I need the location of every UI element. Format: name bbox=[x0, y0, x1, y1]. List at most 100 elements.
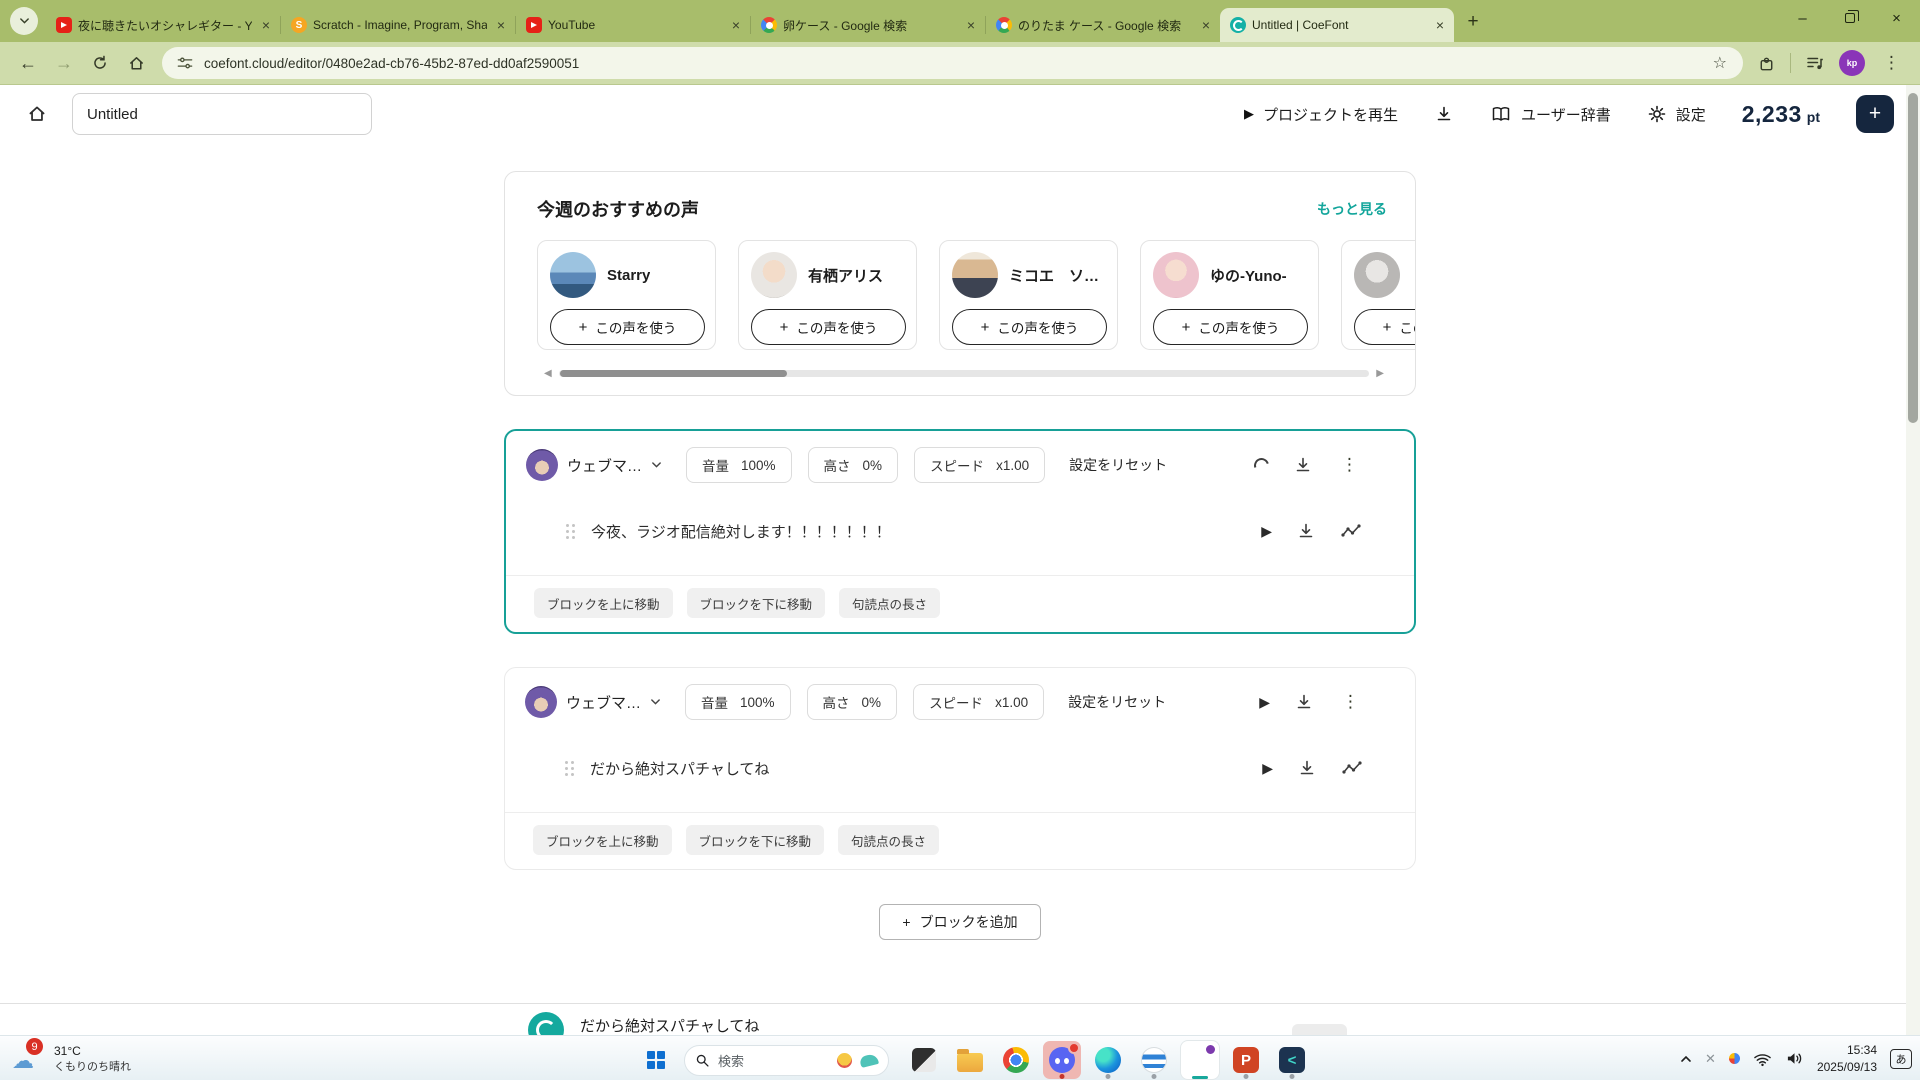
tray-x-icon[interactable]: ✕ bbox=[1705, 1051, 1716, 1067]
tab-search-button[interactable] bbox=[10, 7, 38, 35]
carousel-left-icon[interactable]: ◀ bbox=[537, 368, 559, 379]
move-block-down-button[interactable]: ブロックを下に移動 bbox=[686, 825, 825, 855]
pitch-chip[interactable]: 高さ 0% bbox=[807, 684, 898, 720]
browser-tab-active[interactable]: Untitled | CoeFont × bbox=[1220, 8, 1454, 42]
window-minimize-button[interactable]: – bbox=[1779, 0, 1826, 36]
browser-tab[interactable]: 卵ケース - Google 検索 × bbox=[751, 8, 985, 42]
play-icon[interactable]: ▶ bbox=[1262, 760, 1273, 777]
clock-widget[interactable]: 15:34 2025/09/13 bbox=[1817, 1042, 1877, 1074]
play-project-button[interactable]: ▶ プロジェクトを再生 bbox=[1244, 104, 1398, 125]
speech-text[interactable]: だから絶対スパチャしてね bbox=[590, 758, 1262, 779]
page-scrollbar-thumb[interactable] bbox=[1908, 93, 1918, 423]
home-button[interactable] bbox=[120, 47, 152, 79]
move-block-down-button[interactable]: ブロックを下に移動 bbox=[687, 588, 826, 618]
play-icon[interactable]: ▶ bbox=[1261, 523, 1272, 540]
drag-handle-icon[interactable] bbox=[565, 761, 574, 776]
download-project-button[interactable] bbox=[1434, 104, 1454, 124]
wifi-icon[interactable] bbox=[1753, 1051, 1772, 1067]
use-voice-button[interactable]: + この声を使う bbox=[1153, 309, 1308, 345]
page-scrollbar[interactable] bbox=[1906, 85, 1920, 1035]
speech-text[interactable]: 今夜、ラジオ配信絶対します！！！！！！！ bbox=[591, 521, 1261, 542]
taskbar-weather-widget[interactable]: ☁ 9 31°C くもりのち晴れ bbox=[10, 1038, 131, 1078]
speaker-icon[interactable] bbox=[1785, 1050, 1804, 1067]
forward-button[interactable]: → bbox=[48, 47, 80, 79]
media-playlist-icon[interactable] bbox=[1805, 54, 1825, 72]
app-home-button[interactable] bbox=[26, 103, 48, 125]
address-bar[interactable]: coefont.cloud/editor/0480e2ad-cb76-45b2-… bbox=[162, 47, 1743, 79]
download-icon[interactable] bbox=[1297, 758, 1317, 778]
tab-close-icon[interactable]: × bbox=[258, 18, 274, 32]
chrome-active-button[interactable] bbox=[1181, 1041, 1219, 1079]
user-dictionary-button[interactable]: ユーザー辞書 bbox=[1490, 104, 1611, 125]
speech-block[interactable]: ウェブマ… 音量 100% 高さ 0% スピード x1.00 設定をリセット bbox=[504, 667, 1416, 870]
intonation-icon[interactable] bbox=[1340, 522, 1362, 540]
coefont-app-button[interactable] bbox=[1273, 1041, 1311, 1079]
ime-indicator-icon[interactable]: あ bbox=[1890, 1049, 1912, 1069]
intonation-icon[interactable] bbox=[1341, 759, 1363, 777]
task-view-button[interactable] bbox=[905, 1041, 943, 1079]
powerpoint-button[interactable] bbox=[1227, 1041, 1265, 1079]
volume-chip[interactable]: 音量 100% bbox=[686, 447, 792, 483]
tab-close-icon[interactable]: × bbox=[728, 18, 744, 32]
carousel-scroll-thumb[interactable] bbox=[560, 370, 787, 377]
window-restore-button[interactable] bbox=[1826, 0, 1873, 36]
pause-length-button[interactable]: 句読点の長さ bbox=[839, 588, 940, 618]
tab-close-icon[interactable]: × bbox=[1432, 18, 1448, 32]
see-more-link[interactable]: もっと見る bbox=[1317, 199, 1387, 219]
move-block-up-button[interactable]: ブロックを上に移動 bbox=[534, 588, 673, 618]
bookmark-star-icon[interactable]: ☆ bbox=[1711, 53, 1729, 73]
start-button[interactable] bbox=[638, 1042, 674, 1078]
speed-chip[interactable]: スピード x1.00 bbox=[913, 684, 1044, 720]
use-voice-button[interactable]: + この声を使う bbox=[550, 309, 705, 345]
voice-selector[interactable]: ウェブマ… bbox=[525, 686, 661, 718]
taskbar-search-box[interactable]: 検索 bbox=[684, 1045, 889, 1076]
block-menu-icon[interactable]: ⋮ bbox=[1337, 455, 1362, 475]
url-text[interactable]: coefont.cloud/editor/0480e2ad-cb76-45b2-… bbox=[204, 56, 1711, 71]
browser-tab[interactable]: YouTube × bbox=[516, 8, 750, 42]
download-icon[interactable] bbox=[1293, 455, 1313, 475]
file-explorer-button[interactable] bbox=[951, 1041, 989, 1079]
use-voice-button[interactable]: + この声を使う bbox=[751, 309, 906, 345]
carousel-scroll-track[interactable] bbox=[559, 370, 1370, 377]
speed-chip[interactable]: スピード x1.00 bbox=[914, 447, 1045, 483]
volume-chip[interactable]: 音量 100% bbox=[685, 684, 791, 720]
carousel-right-icon[interactable]: ▶ bbox=[1369, 368, 1391, 379]
edge-button[interactable] bbox=[1089, 1041, 1127, 1079]
speech-block-selected[interactable]: ウェブマ… 音量 100% 高さ 0% スピード x1.00 設定をリセット bbox=[504, 429, 1416, 634]
download-icon[interactable] bbox=[1296, 521, 1316, 541]
add-block-button[interactable]: + ブロックを追加 bbox=[879, 904, 1040, 940]
pitch-chip[interactable]: 高さ 0% bbox=[808, 447, 899, 483]
settings-button[interactable]: 設定 bbox=[1647, 104, 1706, 125]
play-icon[interactable]: ▶ bbox=[1259, 694, 1270, 711]
voice-selector[interactable]: ウェブマ… bbox=[526, 449, 662, 481]
reset-settings-button[interactable]: 設定をリセット bbox=[1068, 692, 1166, 712]
tab-close-icon[interactable]: × bbox=[493, 18, 509, 32]
window-close-button[interactable]: × bbox=[1873, 0, 1920, 36]
browser-tab[interactable]: のりたま ケース - Google 検索 × bbox=[986, 8, 1220, 42]
project-title-input[interactable] bbox=[72, 93, 372, 135]
browser-tab[interactable]: Scratch - Imagine, Program, Sha × bbox=[281, 8, 515, 42]
use-voice-button[interactable]: + この声を使う bbox=[952, 309, 1107, 345]
tab-close-icon[interactable]: × bbox=[1198, 18, 1214, 32]
hidden-icons-chevron-icon[interactable] bbox=[1680, 1055, 1692, 1063]
new-tab-button[interactable]: + bbox=[1458, 7, 1488, 37]
tab-close-icon[interactable]: × bbox=[963, 18, 979, 32]
chrome-button[interactable] bbox=[997, 1041, 1035, 1079]
tray-app-icon[interactable] bbox=[1729, 1053, 1740, 1064]
reset-settings-button[interactable]: 設定をリセット bbox=[1069, 455, 1167, 475]
site-settings-icon[interactable] bbox=[176, 55, 194, 71]
profile-avatar[interactable]: kp bbox=[1839, 50, 1865, 76]
app-button[interactable] bbox=[1135, 1041, 1173, 1079]
discord-button[interactable] bbox=[1043, 1041, 1081, 1079]
pause-length-button[interactable]: 句読点の長さ bbox=[838, 825, 939, 855]
block-menu-icon[interactable]: ⋮ bbox=[1338, 692, 1363, 712]
download-icon[interactable] bbox=[1294, 692, 1314, 712]
use-voice-button[interactable]: + この声を使う bbox=[1354, 309, 1416, 345]
drag-handle-icon[interactable] bbox=[566, 524, 575, 539]
extensions-icon[interactable] bbox=[1757, 54, 1776, 73]
browser-menu-icon[interactable]: ⋮ bbox=[1879, 53, 1904, 73]
browser-tab[interactable]: 夜に聴きたいオシャレギター - YouTu × bbox=[46, 8, 280, 42]
add-points-button[interactable]: + bbox=[1856, 95, 1894, 133]
move-block-up-button[interactable]: ブロックを上に移動 bbox=[533, 825, 672, 855]
back-button[interactable]: ← bbox=[12, 47, 44, 79]
